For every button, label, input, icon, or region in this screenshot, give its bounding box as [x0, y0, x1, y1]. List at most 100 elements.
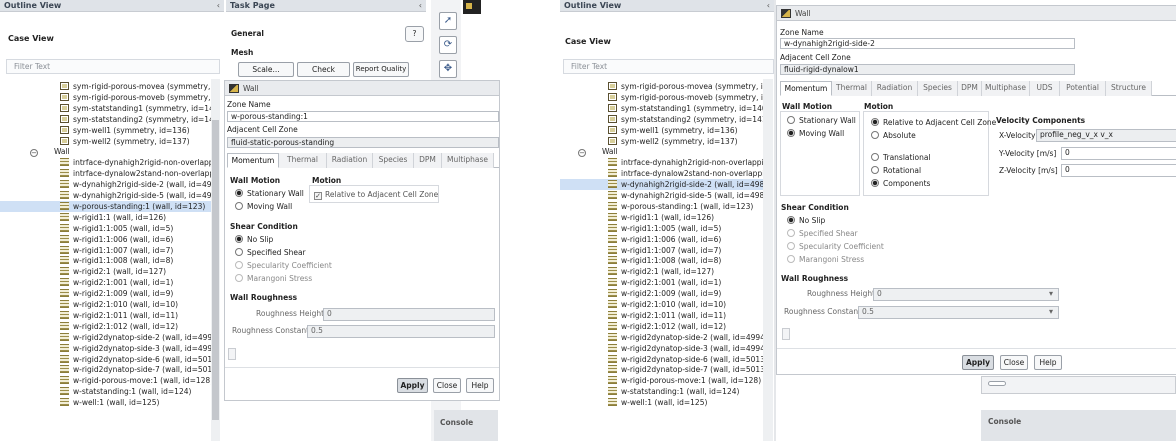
z-velocity-input[interactable]: 0: [1061, 164, 1176, 177]
tree-item[interactable]: w-statstanding:1 (wall, id=124): [560, 386, 763, 397]
tree-item[interactable]: w-statstanding:1 (wall, id=124): [0, 386, 211, 397]
tree-item[interactable]: w-rigid-porous-move:1 (wall, id=128): [560, 375, 763, 386]
absolute-radio[interactable]: Absolute: [871, 131, 916, 140]
roughness-constant-input[interactable]: 0.5: [307, 325, 495, 338]
tree-item[interactable]: w-rigid1:1 (wall, id=126): [560, 212, 763, 223]
scale-button[interactable]: Scale...: [238, 62, 294, 77]
filter-input[interactable]: Filter Text: [563, 59, 774, 74]
tab-multiphase[interactable]: Multiphase: [442, 153, 494, 168]
tree-item[interactable]: sym-well1 (symmetry, id=136): [560, 125, 763, 136]
tab-species[interactable]: Species: [373, 153, 414, 168]
tree-item[interactable]: w-rigid2:1:011 (wall, id=11): [560, 310, 763, 321]
tree-item[interactable]: w-rigid1:1:007 (wall, id=7): [0, 245, 211, 256]
tree-item[interactable]: sym-rigid-porous-movea (symmetry, id=: [560, 81, 763, 92]
tree-item[interactable]: w-rigid2:1 (wall, id=127): [0, 266, 211, 277]
specified-shear-radio[interactable]: Specified Shear: [787, 229, 858, 238]
tree-item[interactable]: w-well:1 (wall, id=125): [0, 397, 211, 408]
tab-structure[interactable]: Structure: [1106, 81, 1152, 96]
tree-item[interactable]: w-porous-standing:1 (wall, id=123): [560, 201, 763, 212]
tab-thermal[interactable]: Thermal: [279, 153, 327, 168]
tab-momentum[interactable]: Momentum: [227, 153, 279, 168]
tree-item[interactable]: w-rigid2dynatop-side-2 (wall, id=49948: [560, 332, 763, 343]
tree-item[interactable]: w-rigid1:1:008 (wall, id=8): [560, 255, 763, 266]
relative-to-adjacent-radio[interactable]: Relative to Adjacent Cell Zone: [871, 118, 996, 127]
collapse-chevron-icon[interactable]: ‹: [767, 0, 770, 12]
tree-item[interactable]: w-rigid1:1:005 (wall, id=5): [0, 223, 211, 234]
report-quality-button[interactable]: Report Quality: [353, 62, 409, 77]
tree-item[interactable]: sym-statstanding1 (symmetry, id=140): [560, 103, 763, 114]
tree-item[interactable]: w-rigid2:1:010 (wall, id=10): [0, 299, 211, 310]
tree-item[interactable]: w-dynahigh2rigid-side-2 (wall, id=4986: [560, 179, 763, 191]
tree-item[interactable]: w-rigid2dynatop-side-7 (wall, id=50135: [0, 364, 211, 375]
zone-name-input[interactable]: w-porous-standing:1: [227, 111, 499, 122]
tree-item[interactable]: sym-statstanding2 (symmetry, id=141): [0, 114, 211, 125]
zone-name-input[interactable]: w-dynahigh2rigid-side-2: [780, 38, 1075, 49]
roughness-height-input[interactable]: 0: [323, 308, 495, 321]
close-button[interactable]: Close: [1000, 355, 1028, 370]
collapse-chevron-icon[interactable]: ‹: [217, 0, 220, 12]
no-slip-radio[interactable]: No Slip: [787, 216, 825, 225]
help-question-icon[interactable]: ?: [405, 26, 424, 42]
tree-item[interactable]: w-rigid2:1 (wall, id=127): [560, 266, 763, 277]
tree-item[interactable]: w-rigid2dynatop-side-7 (wall, id=50135: [560, 364, 763, 375]
tree-item[interactable]: w-rigid1:1:006 (wall, id=6): [560, 234, 763, 245]
help-button[interactable]: Help: [466, 378, 494, 393]
stationary-wall-radio[interactable]: Stationary Wall: [787, 116, 856, 125]
relative-to-adjacent-checkbox[interactable]: ✓ Relative to Adjacent Cell Zone: [314, 190, 438, 200]
tree-item[interactable]: w-rigid2:1:010 (wall, id=10): [560, 299, 763, 310]
tab-potential[interactable]: Potential: [1060, 81, 1106, 96]
close-button[interactable]: Close: [433, 378, 461, 393]
tree-item[interactable]: w-porous-standing:1 (wall, id=123): [0, 200, 211, 212]
tree-item[interactable]: intrface-dynalow2stand-non-overlappi: [0, 168, 211, 179]
rotate-tool-icon[interactable]: ⟳: [439, 36, 457, 54]
tree-item[interactable]: intrface-dynahigh2rigid-non-overlappi: [560, 157, 763, 168]
toggle-control-icon[interactable]: [988, 381, 1006, 386]
wall-dialog-titlebar[interactable]: Wall: [225, 81, 499, 96]
specified-shear-radio[interactable]: Specified Shear: [235, 248, 306, 257]
collapse-minus-icon[interactable]: −: [578, 149, 586, 158]
tree-item[interactable]: w-rigid2dynatop-side-2 (wall, id=49948: [0, 332, 211, 343]
stationary-wall-radio[interactable]: Stationary Wall: [235, 189, 304, 198]
x-velocity-select[interactable]: profile_neg_v_x v_x: [1036, 129, 1176, 142]
tree-item[interactable]: w-dynahigh2rigid-side-5 (wall, id=4989: [0, 190, 211, 201]
moving-wall-radio[interactable]: Moving Wall: [787, 129, 844, 138]
tree-item[interactable]: w-rigid2dynatop-side-6 (wall, id=50136: [0, 354, 211, 365]
collapse-minus-icon[interactable]: −: [30, 149, 38, 158]
tree-item[interactable]: intrface-dynahigh2rigid-non-overlappi: [0, 157, 211, 168]
tree-item[interactable]: w-rigid2dynatop-side-6 (wall, id=50136: [560, 354, 763, 365]
specularity-coefficient-radio[interactable]: Specularity Coefficient: [235, 261, 332, 270]
help-button[interactable]: Help: [1034, 355, 1062, 370]
tree-item[interactable]: w-rigid2:1:011 (wall, id=11): [0, 310, 211, 321]
roughness-height-input[interactable]: 0: [873, 288, 1059, 301]
tab-species[interactable]: Species: [918, 81, 958, 96]
tree-item[interactable]: w-rigid2:1:009 (wall, id=9): [560, 288, 763, 299]
roughness-constant-dropdown-icon[interactable]: ▾: [1049, 307, 1053, 316]
marangoni-stress-radio[interactable]: Marangoni Stress: [787, 255, 864, 264]
tab-thermal[interactable]: Thermal: [832, 81, 872, 96]
tree-item[interactable]: w-rigid2:1:012 (wall, id=12): [0, 321, 211, 332]
tree-item[interactable]: w-dynahigh2rigid-side-5 (wall, id=4989: [560, 190, 763, 201]
tab-dpm[interactable]: DPM: [414, 153, 442, 168]
tree-item[interactable]: w-rigid2dynatop-side-3 (wall, id=49947: [0, 343, 211, 354]
wall-dialog-titlebar[interactable]: Wall: [777, 6, 1176, 21]
roughness-height-dropdown-icon[interactable]: ▾: [1049, 289, 1053, 298]
tree-item[interactable]: w-rigid1:1 (wall, id=126): [0, 212, 211, 223]
tree-item[interactable]: w-rigid2:1:012 (wall, id=12): [560, 321, 763, 332]
tree-item[interactable]: w-rigid2:1:001 (wall, id=1): [560, 277, 763, 288]
pan-tool-icon[interactable]: ✥: [439, 60, 457, 78]
tab-radiation[interactable]: Radiation: [327, 153, 373, 168]
tree-item[interactable]: w-rigid1:1:005 (wall, id=5): [560, 223, 763, 234]
roughness-constant-input[interactable]: 0.5: [858, 306, 1059, 319]
no-slip-radio[interactable]: No Slip: [235, 235, 273, 244]
tree-item[interactable]: sym-well2 (symmetry, id=137): [560, 136, 763, 147]
tab-radiation[interactable]: Radiation: [872, 81, 918, 96]
filter-input[interactable]: Filter Text: [6, 59, 220, 74]
translational-radio[interactable]: Translational: [871, 153, 931, 162]
marangoni-stress-radio[interactable]: Marangoni Stress: [235, 274, 312, 283]
tree-item[interactable]: intrface-dynalow2stand-non-overlappi: [560, 168, 763, 179]
tree-scrollbar-thumb[interactable]: [212, 120, 219, 420]
tree-item[interactable]: sym-rigid-porous-movea (symmetry, id: [0, 81, 211, 92]
tree-item[interactable]: sym-statstanding1 (symmetry, id=140): [0, 103, 211, 114]
tab-momentum[interactable]: Momentum: [780, 81, 832, 96]
tree-group-wall[interactable]: − Wall: [560, 146, 763, 158]
